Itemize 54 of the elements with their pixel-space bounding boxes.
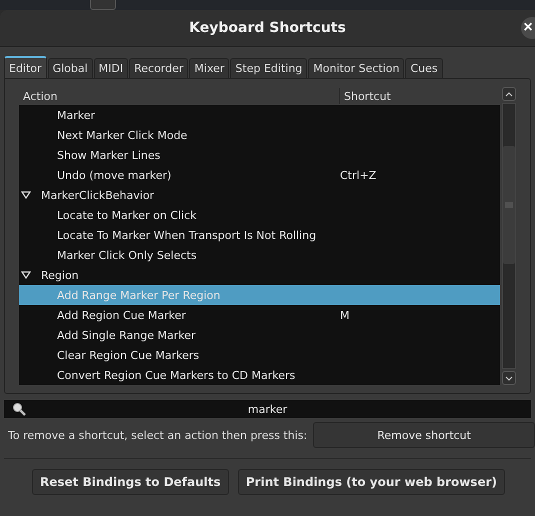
tab[interactable]: Global: [48, 58, 93, 78]
tree-row[interactable]: Add Region Cue Marker M: [19, 305, 500, 325]
tree-group-row[interactable]: MarkerClickBehavior: [19, 185, 500, 205]
chevron-up-icon: [505, 92, 513, 96]
tree-row[interactable]: Locate to Marker on Click: [19, 205, 500, 225]
scroll-down-button[interactable]: [502, 371, 516, 385]
tree-row[interactable]: Marker Click Only Selects: [19, 245, 500, 265]
close-button[interactable]: ×: [521, 17, 535, 39]
column-header[interactable]: Shortcut: [340, 90, 500, 102]
tree-row[interactable]: Undo (move marker) Ctrl+Z: [19, 165, 500, 185]
search-icon: [12, 402, 26, 416]
chevron-down-icon: [505, 376, 513, 380]
tree-group-row[interactable]: Region: [19, 265, 500, 285]
tab[interactable]: Editor: [4, 56, 47, 78]
action-label: Clear Region Cue Markers: [56, 348, 200, 362]
tree-row[interactable]: Clear Region Cue Markers: [19, 345, 500, 365]
expanded-arrow-icon[interactable]: [21, 191, 31, 199]
tree-row[interactable]: Add Single Range Marker: [19, 325, 500, 345]
tab[interactable]: Step Editing: [230, 58, 308, 78]
tab[interactable]: Recorder: [129, 58, 188, 78]
action-label: Next Marker Click Mode: [56, 128, 188, 142]
action-label: Locate To Marker When Transport Is Not Rolling: [56, 228, 318, 242]
tab[interactable]: MIDI: [94, 58, 128, 78]
column-header[interactable]: Action: [19, 90, 339, 102]
action-label: Add Range Marker Per Region: [56, 288, 222, 302]
action-label: Show Marker Lines: [56, 148, 162, 162]
tab[interactable]: Monitor Section: [308, 58, 404, 78]
expanded-arrow-icon[interactable]: [21, 271, 31, 279]
action-label: Marker Click Only Selects: [56, 248, 198, 262]
dialog-button[interactable]: Print Bindings (to your web browser): [238, 469, 505, 495]
search-field[interactable]: marker: [4, 400, 531, 418]
scroll-up-button[interactable]: [502, 87, 516, 101]
action-label: Add Region Cue Marker: [56, 308, 187, 322]
group-label: MarkerClickBehavior: [41, 188, 154, 202]
dialog-button[interactable]: Reset Bindings to Defaults: [32, 469, 229, 495]
tab[interactable]: Cues: [405, 58, 443, 78]
tree-row[interactable]: Show Marker Lines: [19, 145, 500, 165]
tree-row[interactable]: Convert Region Cue Markers to CD Markers: [19, 365, 500, 385]
tree-row[interactable]: Marker: [19, 105, 500, 125]
window-title: Keyboard Shortcuts: [189, 20, 346, 36]
scrollbar-thumb[interactable]: [503, 146, 515, 264]
remove-shortcut-button[interactable]: Remove shortcut: [313, 422, 535, 448]
tab[interactable]: Mixer: [189, 58, 230, 78]
group-label: Region: [41, 268, 79, 282]
shortcut-label: M: [340, 308, 350, 322]
tree-row[interactable]: Next Marker Click Mode: [19, 125, 500, 145]
action-label: Convert Region Cue Markers to CD Markers: [56, 368, 296, 382]
hint-text: To remove a shortcut, select an action then press this:: [8, 428, 308, 442]
action-label: Locate to Marker on Click: [56, 208, 198, 222]
shortcut-label: Ctrl+Z: [340, 168, 376, 182]
tree-row[interactable]: Locate To Marker When Transport Is Not Rolling: [19, 225, 500, 245]
action-label: Marker: [56, 108, 96, 122]
action-label: Add Single Range Marker: [56, 328, 196, 342]
action-label: Undo (move marker): [56, 168, 172, 182]
